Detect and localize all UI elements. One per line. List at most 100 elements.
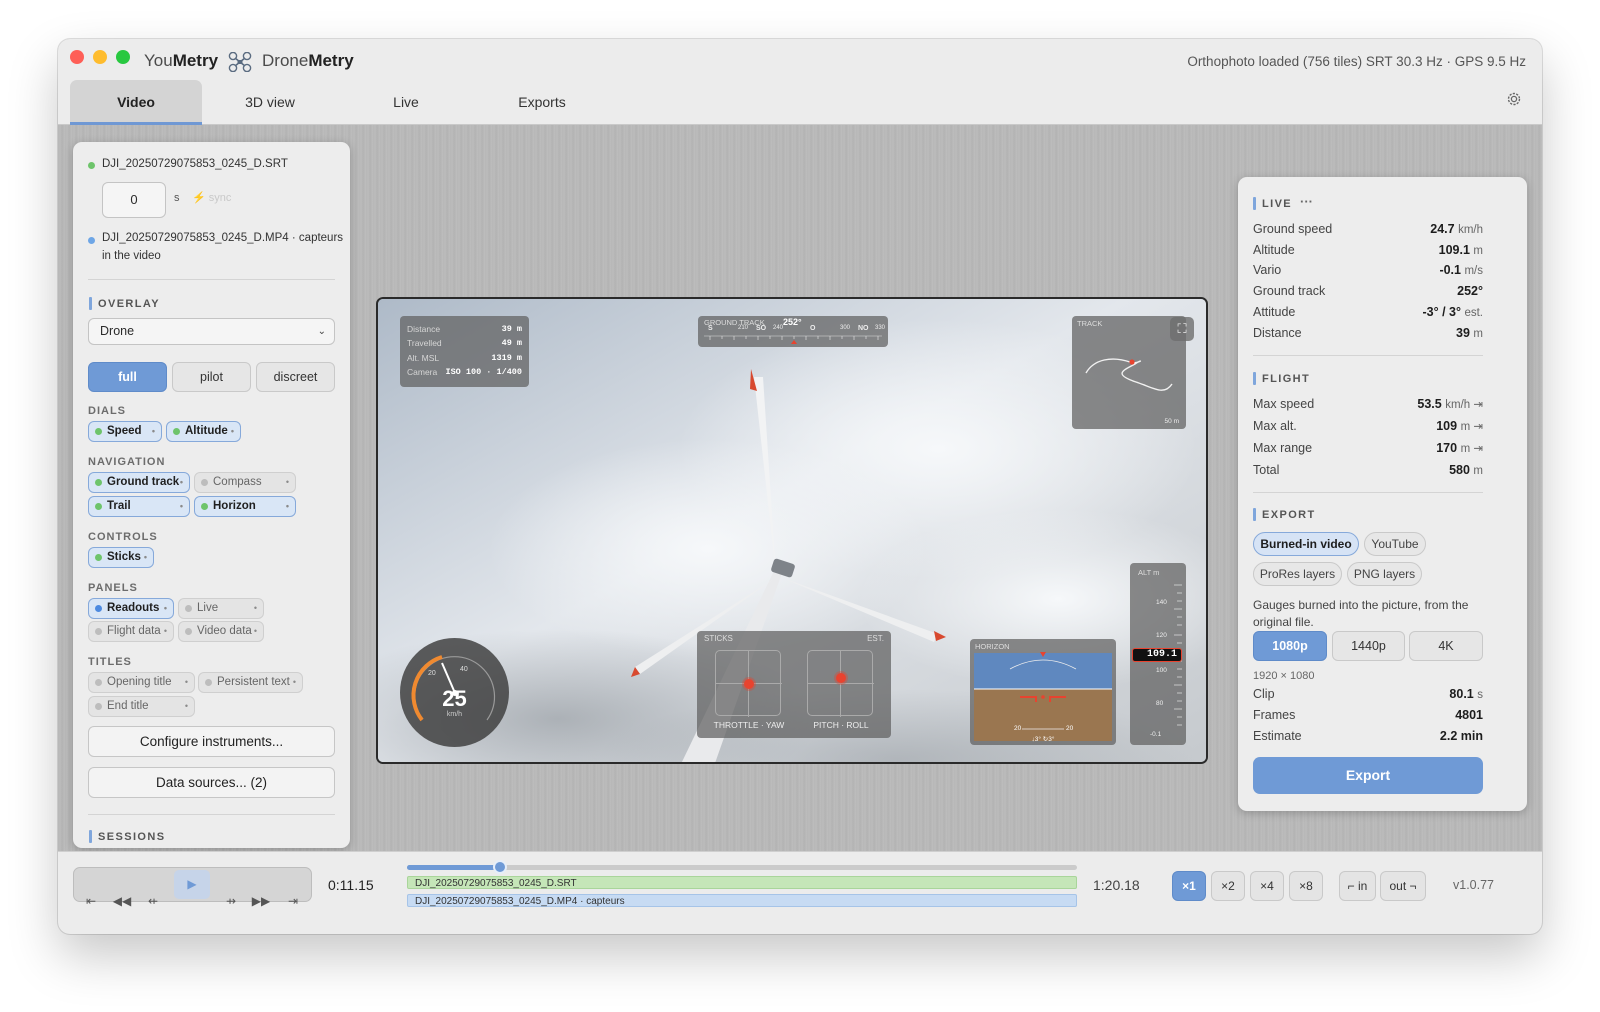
compass-tick: SO [756,325,767,332]
right-panel: LIVE ··· Ground speed 24.7 km/h Altitude 1… [1238,177,1527,811]
horizon-readout: ↓3° ↻3° [1031,736,1055,743]
fast-forward-icon[interactable]: ▶▶ [246,885,276,917]
mode-pilot-button[interactable]: pilot [172,362,251,392]
chip-opening-title[interactable]: Opening title [88,672,195,693]
chip-speed[interactable]: Speed [88,421,162,442]
scrubber-handle[interactable] [493,860,508,874]
lightning-icon: ⚡ [192,192,206,204]
mp4-file-name: DJI_20250729075853_0245_D.MP4 · capteurs [102,232,344,244]
export-description: Gauges burned into the picture, from the… [1253,598,1469,629]
sync-button[interactable]: ⚡ sync [192,191,231,204]
srt-track-lane[interactable]: DJI_20250729075853_0245_D.SRT [407,876,1077,889]
play-icon[interactable]: ▶ [174,870,210,899]
mark-out-button[interactable]: out ¬ [1380,871,1426,901]
export-type-png[interactable]: PNG layers [1347,562,1422,586]
overlay-select[interactable]: Drone ⌄ [88,318,335,345]
chip-live[interactable]: Live [178,598,264,619]
chip-trail[interactable]: Trail [88,496,190,517]
speed-x4-button[interactable]: ×4 [1250,871,1284,901]
skip-to-start-icon[interactable]: ⇤ [76,885,106,917]
chip-readouts[interactable]: Readouts [88,598,174,619]
chip-ground-track[interactable]: Ground track [88,472,190,493]
hud-readout-row: Camera ISO 100 · 1/400 [407,367,522,377]
compass-tick: 300 [840,325,851,331]
video-preview[interactable]: Distance 39 m Travelled 49 m Alt. MSL 1319 … [376,297,1208,764]
track-scale: 50 m [1164,418,1179,425]
chip-altitude[interactable]: Altitude [166,421,241,442]
speed-x8-button[interactable]: ×8 [1289,871,1323,901]
flight-row-total: Total 580 m [1253,463,1483,477]
app-version: v1.0.77 [1453,878,1495,892]
live-row-ground-speed: Ground speed 24.7 km/h [1253,222,1483,236]
drone-icon [228,52,252,72]
hud-sticks: STICKS EST. THROTTLE · YAW PITCH · ROLL [697,631,891,738]
live-row-distance: Distance 39 m [1253,326,1483,340]
tab-exports[interactable]: Exports [476,80,608,125]
workspace: DJI_20250729075853_0245_D.SRT 0 s ⚡ sync… [58,125,1542,851]
speed-dial-value: 25 [442,686,467,711]
hud-horizon: HORIZON 20 20 ↓3° ↻3° [970,639,1116,745]
export-type-youtube[interactable]: YouTube [1364,532,1426,556]
stick-right-box [807,650,874,717]
flight-row-max-speed: Max speed 53.5 km/h ⇥ [1253,397,1483,411]
chip-compass[interactable]: Compass [194,472,296,493]
compass-tick: 240 [773,325,784,331]
offset-unit: s [174,192,180,204]
resolution-4k[interactable]: 4K [1409,631,1483,661]
hud-readout-row: Alt. MSL 1319 m [407,353,522,363]
chip-end-title[interactable]: End title [88,696,195,717]
top-status: Orthophoto loaded (756 tiles) SRT 30.3 H… [1187,54,1526,69]
altitude-tick: 100 [1156,667,1167,674]
chevron-down-icon: ⌄ [317,326,326,337]
close-window-button[interactable] [70,50,84,64]
mark-in-button[interactable]: ⌐ in [1339,871,1376,901]
fullscreen-icon[interactable]: ⛶ [1170,317,1194,341]
tab-video[interactable]: Video [70,80,202,125]
data-sources-button[interactable]: Data sources... (2) [88,767,335,798]
compass-tick: S [708,325,713,332]
compass-tick: 330 [875,325,886,331]
more-options-icon[interactable]: ··· [1300,194,1313,209]
clip-row: Clip 80.1 s [1253,687,1483,701]
mp4-track-lane[interactable]: DJI_20250729075853_0245_D.MP4 · capteurs [407,894,1077,907]
export-button[interactable]: Export [1253,757,1483,794]
chip-horizon[interactable]: Horizon [194,496,296,517]
mode-discreet-button[interactable]: discreet [256,362,335,392]
resolution-1440p[interactable]: 1440p [1332,631,1405,661]
export-type-burned-in[interactable]: Burned-in video [1253,532,1359,556]
attitude-indicator [974,652,1112,741]
altitude-tick: 80 [1156,700,1164,707]
horizon-label: HORIZON [975,642,1010,651]
group-dials: DIALS [88,405,126,417]
chip-video-data[interactable]: Video data [178,621,264,642]
mode-full-button[interactable]: full [88,362,167,392]
speed-x1-button[interactable]: ×1 [1172,871,1206,901]
step-back-icon[interactable]: ⇷ [138,885,168,917]
export-type-prores[interactable]: ProRes layers [1253,562,1342,586]
flight-row-max-range: Max range 170 m ⇥ [1253,441,1483,455]
rewind-icon[interactable]: ◀◀ [107,885,137,917]
horizon-tick: 20 [1066,725,1074,732]
stick-left-dot [744,679,754,689]
speed-x2-button[interactable]: ×2 [1211,871,1245,901]
configure-instruments-button[interactable]: Configure instruments... [88,726,335,757]
scrubber-track[interactable] [407,860,1077,874]
resolution-1080p[interactable]: 1080p [1253,631,1327,661]
live-row-ground-track: Ground track 252° [1253,284,1483,298]
altitude-tick: 120 [1156,632,1167,639]
chip-sticks[interactable]: Sticks [88,547,154,568]
offset-input[interactable]: 0 [102,182,166,218]
skip-to-end-icon[interactable]: ⇥ [278,885,308,917]
tab-3d-view[interactable]: 3D view [204,80,336,125]
zoom-window-button[interactable] [116,50,130,64]
stick-right-label: PITCH · ROLL [813,720,869,730]
speed-tick: 40 [460,666,468,673]
hud-altitude-tape: ALT m 140 120 100 80 109.1 -0.1 [1130,563,1186,745]
speed-dial-unit: km/h [446,711,463,718]
chip-persistent-text[interactable]: Persistent text [198,672,303,693]
step-forward-icon[interactable]: ⇸ [216,885,246,917]
chip-flight-data[interactable]: Flight data [88,621,174,642]
gear-icon[interactable] [1506,91,1522,107]
tab-live[interactable]: Live [340,80,472,125]
minimize-window-button[interactable] [93,50,107,64]
